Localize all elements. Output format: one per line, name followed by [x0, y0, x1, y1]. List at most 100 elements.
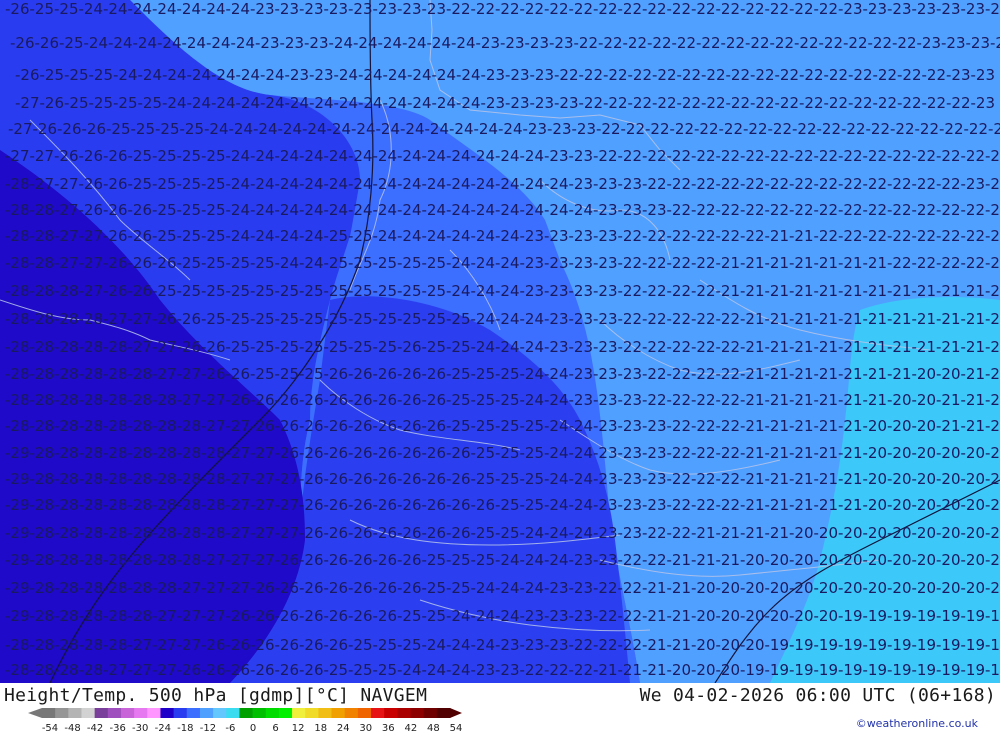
temp-label: -26: [250, 661, 275, 679]
color-legend: -54 -48 -42 -36 -30 -24 -18 -12 -6 0 6 12 18 24 30 36 42…: [28, 708, 462, 733]
temp-label: -22: [642, 175, 667, 193]
temp-label: -22: [799, 66, 824, 84]
temp-label: -23: [971, 66, 996, 84]
temp-label: -22: [912, 147, 937, 165]
temp-label: -21: [814, 338, 839, 356]
temp-label: -28: [128, 470, 153, 488]
temp-label: -21: [863, 310, 888, 328]
temp-label: -25: [113, 94, 138, 112]
temp-label: -24: [544, 391, 569, 409]
temp-label: -20: [912, 524, 937, 542]
temp-label: -25: [495, 391, 520, 409]
temp-label: -25: [495, 417, 520, 435]
temp-label: -26: [299, 470, 324, 488]
temp-label: -25: [324, 282, 349, 300]
credit-link[interactable]: ©weatheronline.co.uk: [856, 717, 978, 730]
temp-label: -26: [152, 254, 177, 272]
temp-label: -22: [642, 391, 667, 409]
temp-label: -20: [740, 607, 765, 625]
temp-label: -25: [299, 338, 324, 356]
temp-label: -25: [226, 254, 251, 272]
temp-label: -25: [422, 579, 447, 597]
temp-label: -21: [740, 282, 765, 300]
temp-label: -23: [285, 66, 310, 84]
temp-label: -24: [334, 66, 359, 84]
temp-label: -28: [103, 391, 128, 409]
temp-label: -22: [691, 310, 716, 328]
temp-label: -22: [719, 120, 744, 138]
temp-label: -24: [260, 66, 285, 84]
temp-label: -24: [446, 607, 471, 625]
temp-label: -27: [152, 636, 177, 654]
temp-label: -25: [373, 661, 398, 679]
legend-tick: -24: [155, 723, 171, 733]
temp-label: -24: [113, 66, 138, 84]
temp-label: -22: [814, 175, 839, 193]
temp-label: -21: [838, 254, 863, 272]
temp-label: -24: [177, 0, 202, 18]
temp-label: -25: [471, 551, 496, 569]
temp-label: -21: [765, 254, 790, 272]
temp-label: -25: [177, 201, 202, 219]
temp-label: -24: [449, 120, 474, 138]
temp-label: -23: [593, 175, 618, 193]
temp-label: -26: [373, 607, 398, 625]
temp-label: -22: [726, 94, 751, 112]
temp-label: -25: [446, 365, 471, 383]
temp-label: -23: [324, 0, 349, 18]
temp-label: -21: [789, 227, 814, 245]
temp-label: -20: [740, 636, 765, 654]
temp-label: -20: [691, 661, 716, 679]
temp-label: -28: [103, 338, 128, 356]
temp-label: -25: [348, 338, 373, 356]
temp-label: -24: [299, 254, 324, 272]
temp-label: -22: [740, 0, 765, 18]
temp-label: -25: [373, 636, 398, 654]
temp-label: -20: [887, 496, 912, 514]
legend-swatch: [68, 708, 82, 718]
temp-label: -27: [177, 579, 202, 597]
temp-label: -22: [814, 227, 839, 245]
temp-label: -22: [915, 120, 940, 138]
temp-label: -24: [498, 120, 523, 138]
temp-label: -22: [794, 34, 819, 52]
temp-label: -25: [495, 524, 520, 542]
temp-label: -25: [299, 365, 324, 383]
temp-label: -21: [936, 310, 961, 328]
legend-swatch: [160, 708, 175, 718]
temp-label: -22: [495, 0, 520, 18]
temp-label: -24: [495, 310, 520, 328]
temp-label: -22: [848, 66, 873, 84]
temp-label: -21: [740, 254, 765, 272]
temp-label: -26: [128, 227, 153, 245]
temp-label: -26: [348, 607, 373, 625]
legend-swatch: [436, 708, 451, 718]
temp-label: -28: [103, 417, 128, 435]
temp-label: -28: [30, 470, 55, 488]
temp-label: -27: [177, 365, 202, 383]
temp-label: -24: [182, 34, 207, 52]
temp-label: -22: [936, 147, 961, 165]
temp-label: -25: [128, 147, 153, 165]
temp-label: -23: [642, 417, 667, 435]
temp-label: -25: [201, 175, 226, 193]
temp-label: -27: [54, 175, 79, 193]
temp-label: -22: [936, 201, 961, 219]
temp-label: -22: [603, 66, 628, 84]
temp-label: -20: [887, 391, 912, 409]
temp-label: -21: [838, 310, 863, 328]
temp-label: -22: [922, 94, 947, 112]
temp-label: -20: [765, 551, 790, 569]
temp-label: -23: [569, 282, 594, 300]
temp-label: -24: [152, 0, 177, 18]
temp-label: -24: [495, 579, 520, 597]
legend-swatch: [107, 708, 122, 718]
temp-label: -21: [961, 282, 986, 300]
temp-label: -23: [544, 338, 569, 356]
temp-label: -20: [716, 661, 741, 679]
temp-label: -25: [180, 120, 205, 138]
temp-label: -24: [397, 175, 422, 193]
legend-tick: 12: [292, 723, 305, 733]
temp-label: -25: [495, 496, 520, 514]
temp-label: -25: [226, 338, 251, 356]
